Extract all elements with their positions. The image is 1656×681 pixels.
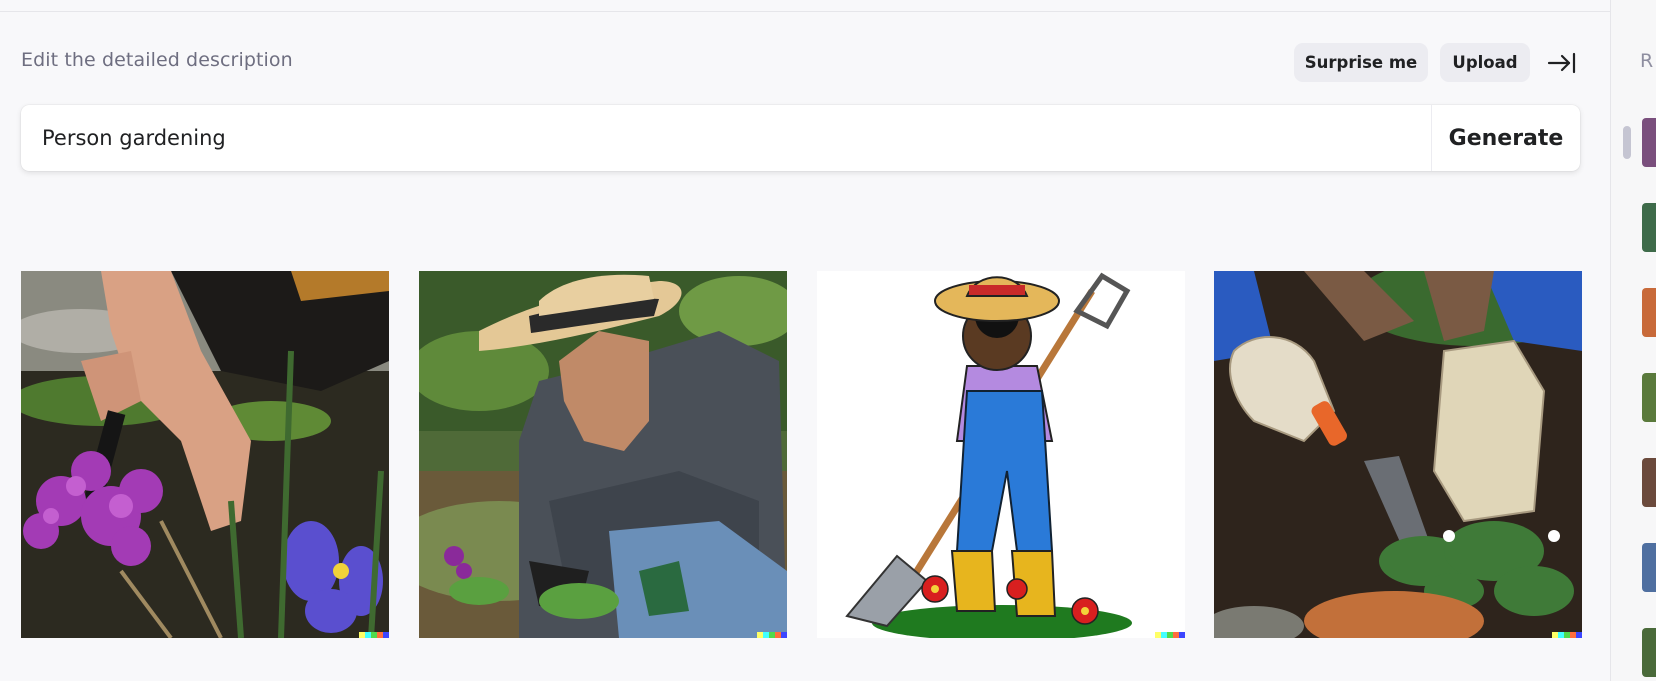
signature-mark	[359, 632, 389, 638]
history-thumbnail-3[interactable]	[1642, 288, 1656, 337]
history-thumbnail-4[interactable]	[1642, 373, 1656, 422]
result-image-2[interactable]	[419, 271, 787, 638]
sidebar-scrollbar[interactable]	[1623, 126, 1631, 159]
history-thumbnail-7[interactable]	[1642, 628, 1656, 677]
surprise-me-button[interactable]: Surprise me	[1294, 43, 1428, 82]
signature-mark	[1155, 632, 1185, 638]
generate-button[interactable]: Generate	[1432, 105, 1580, 171]
history-thumbnail-2[interactable]	[1642, 203, 1656, 252]
history-sidebar: R	[1610, 0, 1656, 681]
signature-mark	[1552, 632, 1582, 638]
history-title: R	[1640, 50, 1654, 72]
history-thumbnail-6[interactable]	[1642, 543, 1656, 592]
collapse-panel-icon[interactable]	[1547, 50, 1577, 76]
prompt-bar: Generate	[21, 105, 1580, 171]
history-thumbnail-1[interactable]	[1642, 118, 1656, 167]
result-image-4[interactable]	[1214, 271, 1582, 638]
result-image-1[interactable]	[21, 271, 389, 638]
editor-label: Edit the detailed description	[21, 49, 293, 71]
prompt-input[interactable]	[21, 105, 1431, 171]
main-panel: Edit the detailed description Surprise m…	[0, 0, 1610, 681]
top-divider	[0, 11, 1610, 12]
signature-mark	[757, 632, 787, 638]
upload-button[interactable]: Upload	[1440, 43, 1530, 82]
result-image-3[interactable]	[817, 271, 1185, 638]
history-thumbnail-5[interactable]	[1642, 458, 1656, 507]
